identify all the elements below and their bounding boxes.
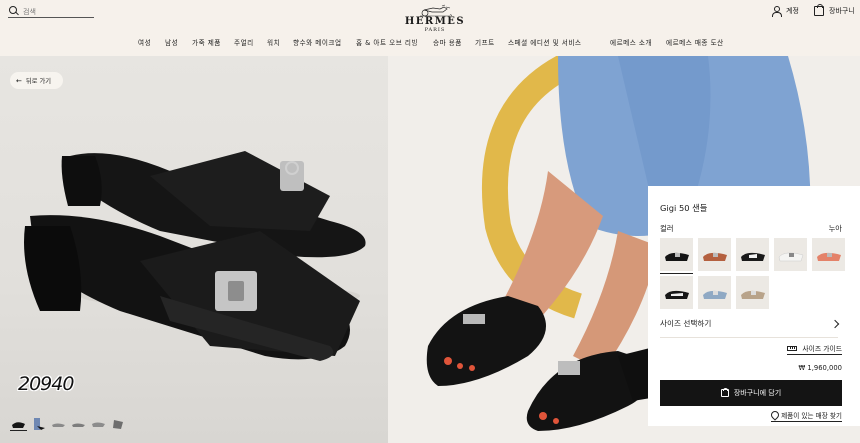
nav-item-leather-goods[interactable]: 가죽 제품 xyxy=(192,37,221,47)
brand-city: PARIS xyxy=(424,27,446,33)
thumbnail-2[interactable] xyxy=(30,417,47,431)
size-selector[interactable]: 사이즈 선택하기 xyxy=(660,318,840,338)
user-icon xyxy=(771,6,782,17)
thumbnail-1[interactable] xyxy=(10,417,27,431)
account-link[interactable]: 계정 xyxy=(771,6,799,17)
cart-link[interactable]: 장바구니 xyxy=(814,4,855,16)
product-title: Gigi 50 샌들 xyxy=(660,203,708,213)
account-label: 계정 xyxy=(786,7,799,15)
nav-item-women[interactable]: 여성 xyxy=(138,37,151,47)
site-header: HERMÈS PARIS 계정 장바구니 여성 남성 가죽 제품 주얼리 워치 … xyxy=(0,0,860,56)
add-to-cart-button[interactable]: 장바구니에 담기 xyxy=(660,380,842,406)
nav-item-maison-dosan[interactable]: 에르메스 매종 도산 xyxy=(666,37,724,47)
swatch-coral[interactable] xyxy=(812,238,845,271)
nav-item-men[interactable]: 남성 xyxy=(165,37,178,47)
shopping-bag-icon xyxy=(814,4,824,16)
product-price: ₩ 1,960,000 xyxy=(798,364,842,372)
image-thumbnails xyxy=(10,417,127,431)
size-guide-label: 사이즈 가이드 xyxy=(802,345,842,353)
ruler-icon xyxy=(787,345,798,351)
find-store-label: 제품이 있는 매장 찾기 xyxy=(781,412,842,420)
search-input[interactable] xyxy=(23,7,93,16)
thumbnail-4[interactable] xyxy=(70,417,87,431)
size-label: 사이즈 선택하기 xyxy=(660,319,712,328)
nav-item-perfume[interactable]: 향수와 메이크업 xyxy=(293,37,342,47)
nav-item-watches[interactable]: 워치 xyxy=(267,37,280,47)
purchase-panel: Gigi 50 샌들 컬러 누아 사이즈 선택하기 사이즈 가이드 ₩ 1,96… xyxy=(648,186,860,426)
thumbnail-3[interactable] xyxy=(50,417,67,431)
swatch-noir[interactable] xyxy=(660,238,693,274)
nav-item-gifts[interactable]: 기프트 xyxy=(475,37,495,47)
find-store-link[interactable]: 제품이 있는 매장 찾기 xyxy=(771,410,842,422)
size-guide-link[interactable]: 사이즈 가이드 xyxy=(787,343,842,355)
product-number-overlay: 20940 xyxy=(18,373,74,395)
add-to-cart-label: 장바구니에 담기 xyxy=(733,389,782,397)
thumbnail-5[interactable] xyxy=(90,417,107,431)
swatch-black-white-2[interactable] xyxy=(660,276,693,309)
nav-item-jewelry[interactable]: 주얼리 xyxy=(234,37,254,47)
swatch-black-white[interactable] xyxy=(736,238,769,271)
back-label: 뒤로 가기 xyxy=(25,78,52,85)
cart-label: 장바구니 xyxy=(829,7,855,15)
nav-item-about[interactable]: 에르메스 소개 xyxy=(610,37,652,47)
brand-name: HERMÈS xyxy=(404,16,466,27)
brand-logo[interactable]: HERMÈS PARIS xyxy=(400,4,470,33)
color-label: 컬러 xyxy=(660,224,674,233)
back-button[interactable]: ← 뒤로 가기 xyxy=(10,72,63,89)
main-nav: 여성 남성 가죽 제품 주얼리 워치 향수와 메이크업 홈 & 아트 오브 리빙… xyxy=(0,37,860,49)
selected-color-value: 누아 xyxy=(828,224,842,233)
arrow-left-icon: ← xyxy=(16,76,22,85)
thumbnail-6[interactable] xyxy=(110,417,127,431)
search-icon[interactable] xyxy=(8,5,20,18)
nav-item-special-editions[interactable]: 스페셜 에디션 및 서비스 xyxy=(508,37,581,47)
shopping-bag-icon xyxy=(720,387,729,397)
swatch-white[interactable] xyxy=(774,238,807,271)
nav-item-equestrian[interactable]: 승마 용품 xyxy=(433,37,462,47)
location-pin-icon xyxy=(771,411,777,419)
search-bar[interactable] xyxy=(8,5,94,18)
swatch-beige[interactable] xyxy=(736,276,769,309)
chevron-right-icon xyxy=(830,319,840,328)
nav-item-home[interactable]: 홈 & 아트 오브 리빙 xyxy=(356,37,418,47)
color-swatches xyxy=(660,238,852,309)
swatch-tan[interactable] xyxy=(698,238,731,271)
swatch-light-blue[interactable] xyxy=(698,276,731,309)
